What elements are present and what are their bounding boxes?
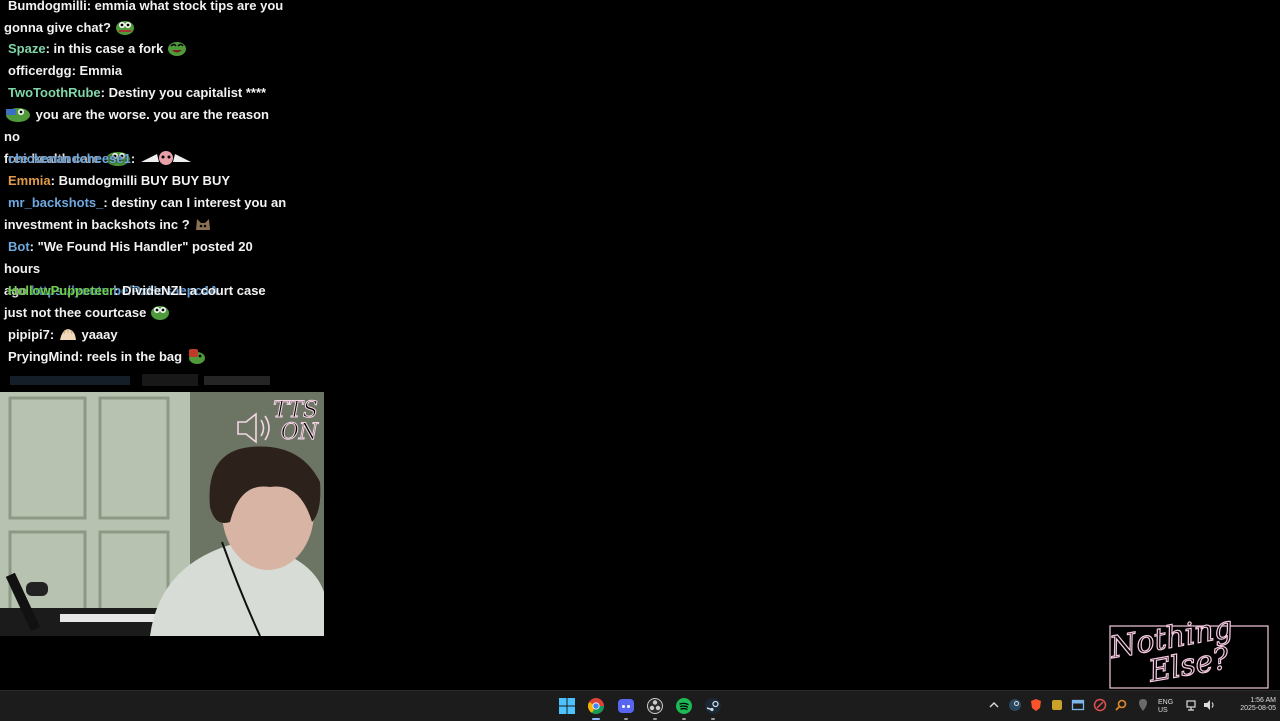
- clock-date: 2025-08-05: [1240, 705, 1276, 712]
- tray-steam-icon[interactable]: [1008, 698, 1022, 712]
- language-top: ENG: [1158, 699, 1174, 706]
- chat-message: PryingMind: reels in the bag: [4, 346, 288, 368]
- brave-shield-icon[interactable]: [1029, 698, 1043, 712]
- language-bottom: US: [1158, 707, 1168, 714]
- tts-line2: ON: [280, 420, 318, 445]
- hand-emote: [59, 329, 76, 340]
- discord-icon: [618, 699, 634, 713]
- language-indicator[interactable]: ENG US: [1158, 699, 1173, 715]
- chat-message: mr_backshots_: destiny can I interest yo…: [4, 192, 288, 236]
- faded-message-shape: [10, 374, 270, 386]
- pepe-emote: [150, 306, 169, 320]
- tray-app-icon[interactable]: [1050, 698, 1064, 712]
- chat-text: : Emmia: [71, 63, 123, 78]
- chat-username: officerdgg: [8, 63, 72, 78]
- pepe-emote: [6, 108, 30, 122]
- chat-overlay: Bumdogmilli: emmia what stock tips are y…: [0, 0, 292, 392]
- obs-icon: [647, 698, 663, 714]
- webcam-feed: TTS ON: [0, 392, 324, 636]
- taskbar-steam[interactable]: [703, 696, 723, 720]
- network-icon[interactable]: [1184, 698, 1198, 712]
- chat-text: gonna give chat?: [4, 20, 111, 35]
- chat-text: : Destiny you capitalist ****: [100, 85, 267, 100]
- chat-message: Emmia: Bumdogmilli BUY BUY BUY: [4, 170, 288, 192]
- pepe-bag-emote: [188, 349, 205, 364]
- taskbar-discord[interactable]: [616, 696, 636, 720]
- chat-username: Spaze: [8, 41, 46, 56]
- chat-message: pipipi7: yaaay: [4, 324, 288, 346]
- chat-text: : destiny can I interest you an: [103, 195, 287, 210]
- chat-text: :: [130, 151, 136, 166]
- chat-text: you are the worse. you are the reason no: [4, 107, 269, 144]
- chat-text: : emmia what stock tips are you: [86, 0, 284, 13]
- taskbar-chrome[interactable]: [586, 696, 606, 720]
- chat-message: Bumdogmilli: emmia what stock tips are y…: [4, 0, 288, 39]
- chat-message: chickenandcheese1:: [4, 148, 288, 170]
- spotify-icon: [676, 698, 692, 714]
- chat-username: TwoToothRube: [8, 85, 101, 100]
- chat-text: :: [49, 327, 58, 342]
- tray-window-icon[interactable]: [1071, 698, 1085, 712]
- start-icon: [559, 698, 575, 714]
- chat-username: pipipi7: [8, 327, 50, 342]
- tts-label: TTS ON: [270, 399, 319, 445]
- chat-text: : "We Found His Handler" posted 20 hours: [4, 239, 253, 276]
- volume-icon[interactable]: [1202, 698, 1216, 712]
- chat-message-fading: [4, 368, 288, 390]
- chat-text: : Bumdogmilli BUY BUY BUY: [50, 173, 231, 188]
- taskbar-obs[interactable]: [645, 696, 665, 720]
- chrome-icon: [588, 698, 604, 714]
- chat-username: Emmia: [8, 173, 51, 188]
- chat-text: yaaay: [81, 327, 118, 342]
- chat-text: : DivideNZL a court case: [114, 283, 266, 298]
- start-button[interactable]: [557, 696, 577, 716]
- chat-text: just not thee courtcase: [4, 305, 147, 320]
- tray-location-icon[interactable]: [1136, 698, 1150, 712]
- chat-username: Bot: [8, 239, 30, 254]
- chat-username: mr_backshots_: [8, 195, 104, 210]
- nothing-else-logo: Nothing Else?: [1104, 609, 1274, 690]
- tray-search-icon[interactable]: [1114, 698, 1128, 712]
- pepe-emote: [115, 21, 134, 35]
- steam-icon: [705, 698, 721, 714]
- pepe-laugh-emote: [167, 42, 186, 56]
- chevron-up-icon[interactable]: [987, 698, 1001, 712]
- cat-emote: [196, 219, 211, 230]
- tray-security-icon[interactable]: [1093, 698, 1107, 712]
- clock[interactable]: 1:56 AM 2025-08-05: [1224, 697, 1276, 713]
- chat-text: : in this case a fork: [45, 41, 164, 56]
- chat-text: : reels in the bag: [78, 349, 183, 364]
- chat-username: Bumdogmilli: [8, 0, 87, 13]
- taskbar: ENG US 1:56 AM 2025-08-05: [0, 690, 1280, 721]
- chat-message: officerdgg: Emmia: [4, 60, 288, 82]
- chat-username: HollowPuppeteer: [8, 283, 115, 298]
- chat-username: PryingMind: [8, 349, 79, 364]
- chat-username: chickenandcheese1: [8, 151, 131, 166]
- winged-emote: [140, 151, 191, 165]
- taskbar-spotify[interactable]: [674, 696, 694, 720]
- chat-message: Spaze: in this case a fork: [4, 38, 288, 60]
- chat-text: investment in backshots inc ?: [4, 217, 190, 232]
- clock-time: 1:56 AM: [1250, 697, 1276, 704]
- chat-message: HollowPuppeteer: DivideNZL a court case …: [4, 280, 288, 324]
